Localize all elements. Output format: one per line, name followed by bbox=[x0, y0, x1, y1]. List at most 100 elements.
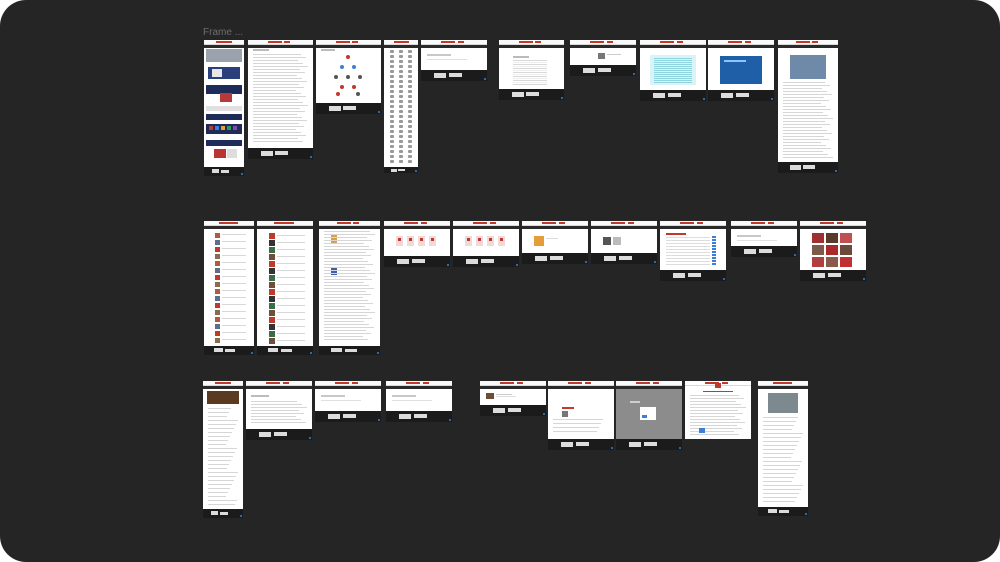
artboard[interactable] bbox=[758, 381, 808, 516]
artboard[interactable] bbox=[480, 381, 546, 416]
text-line bbox=[324, 291, 366, 292]
footer-thumb bbox=[343, 106, 356, 110]
footer-thumb bbox=[412, 259, 425, 263]
artboard[interactable] bbox=[570, 40, 636, 76]
artboard[interactable] bbox=[616, 381, 682, 450]
text-line bbox=[553, 423, 601, 424]
text-line bbox=[783, 94, 832, 95]
footer-thumb bbox=[225, 349, 235, 352]
footer-thumb bbox=[268, 348, 278, 352]
org-node bbox=[334, 75, 338, 79]
text-line bbox=[253, 72, 305, 73]
heading bbox=[513, 56, 529, 58]
title-line bbox=[703, 391, 733, 392]
text-line bbox=[208, 468, 227, 469]
text-line bbox=[690, 407, 746, 408]
site-footer bbox=[421, 70, 487, 81]
artboard[interactable] bbox=[319, 221, 380, 355]
text-line bbox=[253, 117, 302, 118]
text-line bbox=[253, 138, 298, 139]
text-line bbox=[253, 108, 300, 109]
site-footer bbox=[453, 256, 519, 267]
org-node bbox=[336, 92, 340, 96]
artboard[interactable] bbox=[315, 381, 381, 422]
text-line bbox=[208, 500, 237, 501]
text-line bbox=[763, 453, 793, 454]
artboard[interactable] bbox=[499, 40, 564, 100]
artboard[interactable] bbox=[384, 221, 450, 267]
text-line bbox=[208, 416, 227, 417]
artboard[interactable] bbox=[660, 221, 726, 281]
site-nav-bar bbox=[386, 386, 452, 389]
profile-line bbox=[277, 284, 305, 285]
artboard[interactable] bbox=[248, 40, 313, 159]
artboard[interactable] bbox=[778, 40, 838, 173]
artboard[interactable] bbox=[384, 40, 418, 173]
text-line bbox=[783, 112, 823, 113]
site-nav-bar bbox=[246, 386, 312, 389]
artboard-page bbox=[316, 40, 381, 103]
artboard[interactable] bbox=[257, 221, 313, 355]
artboard[interactable] bbox=[522, 221, 588, 264]
text-line bbox=[253, 87, 304, 88]
artboard[interactable] bbox=[386, 381, 452, 422]
icon-cell bbox=[408, 150, 412, 153]
site-header bbox=[315, 381, 381, 386]
text-line bbox=[324, 288, 374, 289]
text-line bbox=[208, 492, 228, 493]
artboard[interactable] bbox=[246, 381, 312, 440]
text-line bbox=[253, 126, 304, 127]
banner-text bbox=[724, 60, 746, 62]
site-nav-bar bbox=[204, 45, 244, 48]
form-control bbox=[712, 257, 716, 259]
logo-tile bbox=[214, 149, 226, 158]
site-header bbox=[246, 381, 312, 386]
footer-thumb bbox=[550, 256, 563, 260]
artboard[interactable] bbox=[640, 40, 706, 101]
artboard[interactable] bbox=[421, 40, 487, 81]
text-line bbox=[324, 276, 367, 277]
artboard[interactable] bbox=[204, 40, 244, 176]
text-line bbox=[324, 297, 363, 298]
text-line bbox=[253, 81, 307, 82]
artboard[interactable] bbox=[591, 221, 657, 264]
footer-thumb bbox=[803, 165, 815, 169]
text-line bbox=[783, 130, 827, 131]
icon-cell bbox=[399, 105, 403, 108]
artboard[interactable] bbox=[453, 221, 519, 267]
artboard[interactable] bbox=[548, 381, 614, 450]
icon-cell bbox=[390, 120, 394, 123]
artboard[interactable] bbox=[685, 381, 751, 439]
frame-label[interactable]: Frame ... bbox=[203, 27, 243, 38]
text-line bbox=[324, 294, 371, 295]
card-icon bbox=[420, 238, 423, 241]
artboard[interactable] bbox=[800, 221, 866, 281]
text-line bbox=[690, 401, 736, 402]
icon-cell bbox=[399, 125, 403, 128]
artboard-page bbox=[204, 40, 244, 167]
artboard[interactable] bbox=[316, 40, 381, 114]
artboard[interactable] bbox=[731, 221, 797, 257]
artboard-page bbox=[640, 40, 706, 90]
site-footer bbox=[315, 411, 381, 422]
icon-cell bbox=[399, 130, 403, 133]
text-line bbox=[251, 404, 302, 405]
gallery-image bbox=[812, 257, 824, 267]
icon-cell bbox=[408, 55, 412, 58]
site-header bbox=[616, 381, 682, 386]
artboard[interactable] bbox=[203, 381, 243, 518]
text-line bbox=[690, 419, 740, 420]
heading bbox=[251, 395, 269, 397]
text-line bbox=[253, 99, 298, 100]
artboard[interactable] bbox=[708, 40, 774, 101]
artboard[interactable] bbox=[204, 221, 254, 355]
text-line bbox=[783, 142, 821, 143]
artboard-page bbox=[758, 381, 808, 507]
heading bbox=[737, 235, 761, 237]
heading bbox=[562, 407, 574, 409]
site-footer bbox=[616, 439, 682, 450]
profile-line bbox=[277, 270, 305, 271]
icon-cell bbox=[408, 75, 412, 78]
text-line bbox=[324, 312, 375, 313]
footer-thumb bbox=[434, 73, 446, 78]
